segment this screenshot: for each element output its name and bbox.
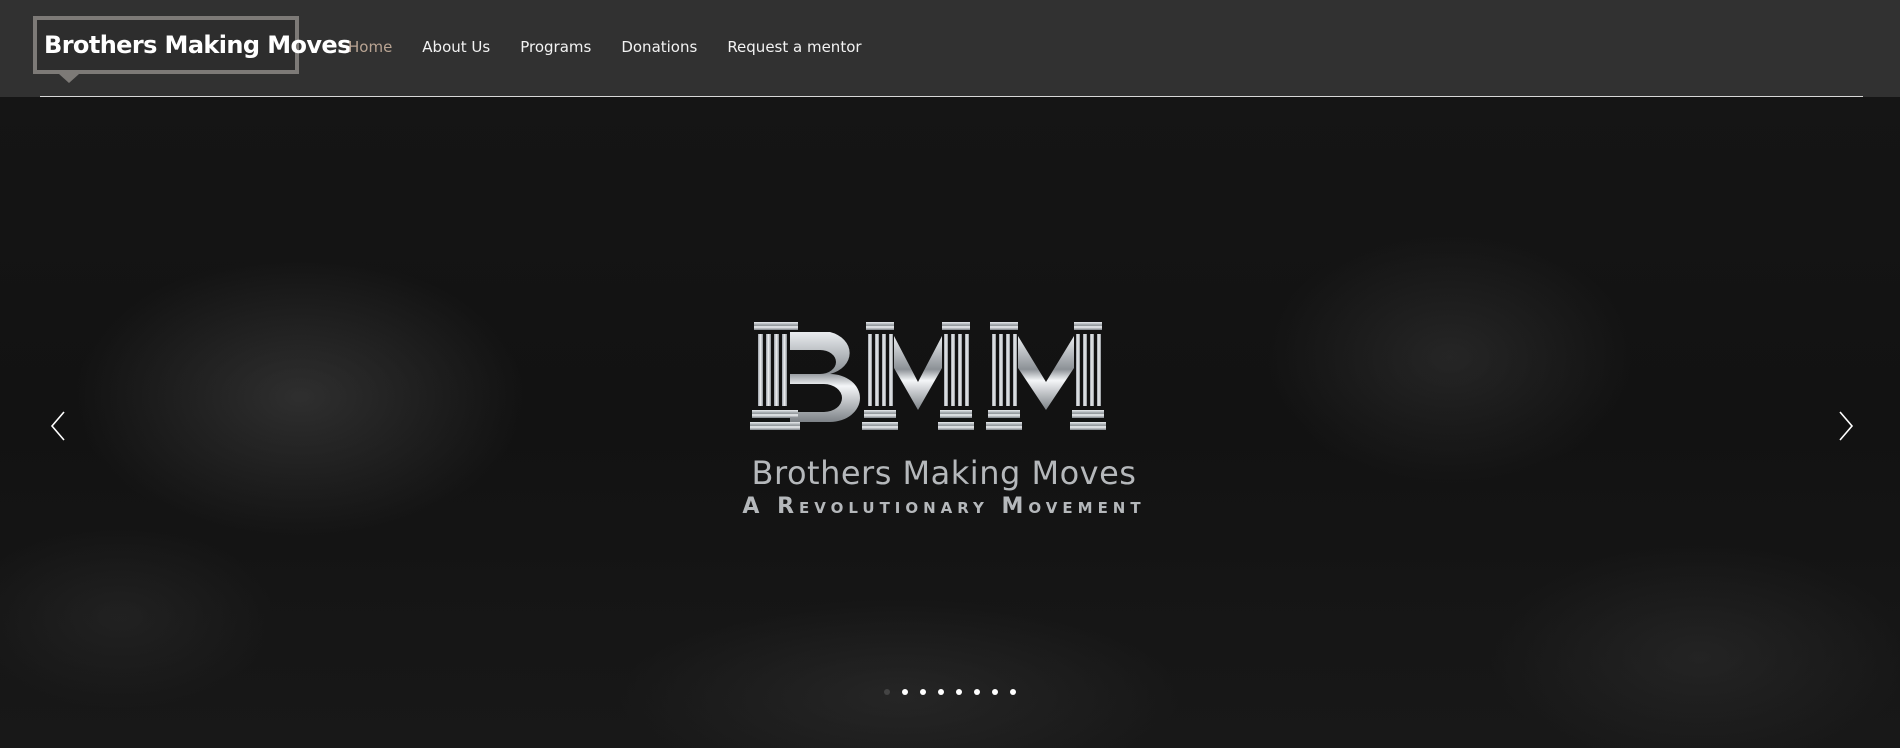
- logo-letter-m-2: [986, 322, 1106, 430]
- slide-dot[interactable]: [884, 689, 890, 695]
- slide-dot[interactable]: [974, 689, 980, 695]
- slide-dot[interactable]: [992, 689, 998, 695]
- nav-item-programs[interactable]: Programs: [520, 38, 591, 56]
- site-logo-link[interactable]: Brothers Making Moves: [33, 16, 351, 74]
- hero-tagline-title: Brothers Making Moves: [751, 454, 1137, 492]
- slideshow-next-button[interactable]: [1828, 406, 1864, 446]
- slide-dot[interactable]: [920, 689, 926, 695]
- chevron-left-icon: [50, 411, 65, 441]
- slide-dot[interactable]: [902, 689, 908, 695]
- site-title: Brothers Making Moves: [44, 31, 351, 59]
- slide-dot[interactable]: [1010, 689, 1016, 695]
- site-header: Brothers Making Moves Home About Us Prog…: [0, 0, 1900, 97]
- hero-slideshow: Brothers Making Moves A Revolutionary Mo…: [0, 97, 1900, 748]
- logo-pointer: [59, 74, 79, 83]
- chevron-right-icon: [1839, 411, 1854, 441]
- nav-item-home[interactable]: Home: [348, 38, 392, 56]
- slide-dot[interactable]: [956, 689, 962, 695]
- nav-item-about-us[interactable]: About Us: [422, 38, 490, 56]
- slideshow-prev-button[interactable]: [40, 406, 76, 446]
- slide-dot[interactable]: [938, 689, 944, 695]
- logo-letter-b: [750, 322, 860, 430]
- logo-letter-m-1: [862, 322, 974, 430]
- nav-item-donations[interactable]: Donations: [621, 38, 697, 56]
- slideshow-pagination: [884, 689, 1028, 695]
- main-nav: Home About Us Programs Donations Request…: [348, 36, 892, 58]
- bmm-logo: [750, 322, 1106, 430]
- nav-item-request-a-mentor[interactable]: Request a mentor: [727, 38, 861, 56]
- hero-tagline-subtitle: A Revolutionary Movement: [742, 494, 1146, 519]
